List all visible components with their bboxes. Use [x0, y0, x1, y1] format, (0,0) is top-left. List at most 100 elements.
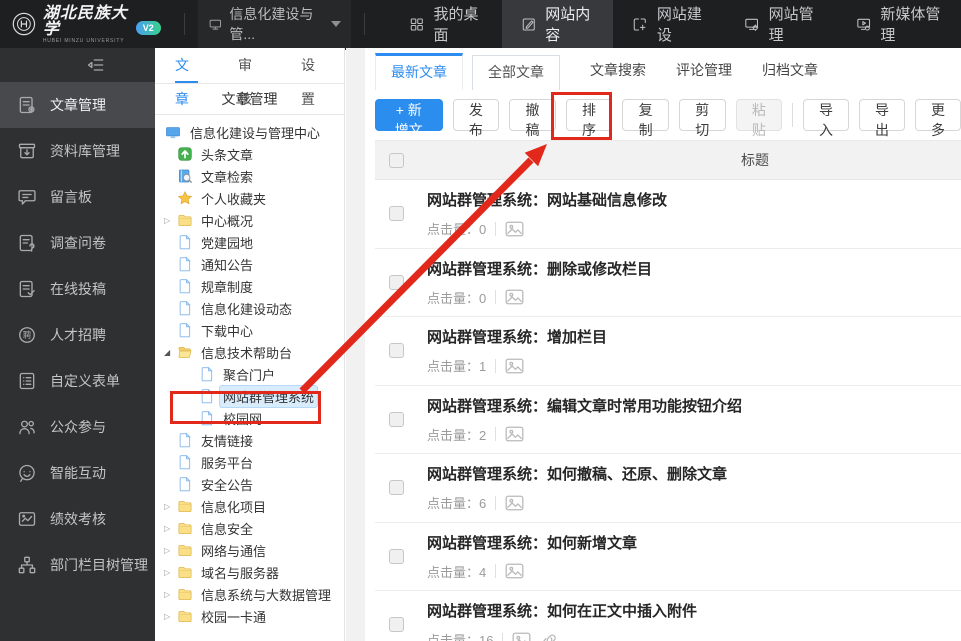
tree-node[interactable]: ◢ 信息技术帮助台 [155, 341, 344, 363]
toolbar-button[interactable]: 导入 [803, 99, 849, 138]
toolbar-right-group: 导入 导出 更多 [803, 99, 961, 138]
tree-node[interactable]: 安全公告 [155, 473, 344, 495]
row-checkbox[interactable] [389, 617, 404, 633]
row-body: 网站群管理系统：如何新增文章 点击量：4 [427, 532, 637, 581]
topnav-icon [856, 15, 872, 34]
tree-node[interactable]: 下载中心 [155, 319, 344, 341]
topnav-item[interactable]: 我的桌面 [390, 0, 502, 48]
table-row[interactable]: 网站群管理系统：增加栏目 点击量：1 [375, 317, 961, 386]
topnav-item[interactable]: 网站建设 [613, 0, 725, 48]
tree-expand-arrow[interactable]: ◢ [164, 348, 177, 357]
article-title[interactable]: 网站群管理系统：如何撤稿、还原、删除文章 [427, 463, 727, 484]
toolbar-button[interactable]: 粘贴 [735, 99, 783, 138]
tree-node[interactable]: 规章制度 [155, 275, 344, 297]
row-checkbox[interactable] [389, 548, 404, 564]
topnav-item[interactable]: 网站管理 [725, 0, 837, 48]
tree-node[interactable]: ▷ 信息安全 [155, 517, 344, 539]
sidebar-item[interactable]: 调查问卷 [0, 220, 155, 266]
tree-node-icon [177, 476, 193, 492]
tree-node[interactable]: 信息化建设与管理中心 [155, 121, 344, 143]
toolbar-button[interactable]: 复制 [622, 99, 669, 138]
article-tab[interactable]: 文章搜索 [590, 60, 646, 90]
tree-node[interactable]: 网站群管理系统 [155, 385, 344, 407]
table-row[interactable]: 网站群管理系统：网站基础信息修改 点击量：0 [375, 180, 961, 249]
toolbar-button[interactable]: 导出 [859, 99, 905, 138]
tree-node[interactable]: 信息化建设动态 [155, 297, 344, 319]
tree-expand-arrow[interactable]: ▷ [164, 568, 177, 577]
table-row[interactable]: 网站群管理系统：如何在正文中插入附件 点击量：16 [375, 591, 961, 641]
sidebar-item[interactable]: 资料库管理 [0, 128, 155, 174]
tree-node[interactable]: 服务平台 [155, 451, 344, 473]
article-title[interactable]: 网站群管理系统：网站基础信息修改 [427, 189, 667, 210]
sidebar-item-icon [17, 325, 37, 345]
table-row[interactable]: 网站群管理系统：如何新增文章 点击量：4 [375, 523, 961, 591]
tree-node[interactable]: ▷ 中心概况 [155, 209, 344, 231]
tree-panel-tab[interactable]: 文章 [175, 48, 198, 107]
table-row[interactable]: 网站群管理系统：删除或修改栏目 点击量：0 [375, 249, 961, 317]
article-title[interactable]: 网站群管理系统：如何在正文中插入附件 [427, 600, 697, 621]
sidebar-item[interactable]: 公众参与 [0, 404, 155, 450]
tree-node[interactable]: ▷ 信息化项目 [155, 495, 344, 517]
article-tab[interactable]: 归档文章 [762, 60, 818, 90]
tree-node[interactable]: ▷ 网络与通信 [155, 539, 344, 561]
row-checkbox[interactable] [389, 274, 404, 290]
topnav-item[interactable]: 新媒体管理 [837, 0, 961, 48]
sidebar-item[interactable]: 绩效考核 [0, 496, 155, 542]
tree-panel-tab[interactable]: 设置 [301, 48, 324, 107]
tree-expand-arrow[interactable]: ▷ [164, 546, 177, 555]
toolbar-button[interactable]: + 新增文章 [375, 99, 443, 158]
tree-panel-tab[interactable]: 审核 [238, 48, 261, 107]
tree-node[interactable]: 党建园地 [155, 231, 344, 253]
article-tab[interactable]: 最新文章 [375, 53, 463, 90]
tree-node[interactable]: 文章检索 [155, 165, 344, 187]
row-checkbox[interactable] [389, 411, 404, 427]
tree-node[interactable]: 友情链接 [155, 429, 344, 451]
tree-panel-tabs: 文章 审核 设置 [155, 48, 344, 107]
tree-expand-arrow[interactable]: ▷ [164, 502, 177, 511]
select-all-checkbox[interactable] [389, 152, 404, 168]
tree-node-label: 网站群管理系统 [220, 385, 318, 407]
tree-node[interactable]: ▷ 校园一卡通 [155, 605, 344, 627]
clicks-value: 16 [479, 633, 494, 641]
article-tab[interactable]: 全部文章 [472, 55, 560, 90]
tree-expand-arrow[interactable]: ▷ [164, 216, 177, 225]
toolbar-button[interactable]: 发布 [452, 99, 500, 138]
sidebar-item[interactable]: 在线投稿 [0, 266, 155, 312]
sidebar-item[interactable]: 文章管理 [0, 82, 155, 128]
sidebar-item[interactable]: 智能互动 [0, 450, 155, 496]
toolbar-button[interactable]: 撤稿 [509, 99, 556, 138]
toolbar-button[interactable]: 更多 [915, 99, 961, 138]
tree-node[interactable]: ▷ 信息系统与大数据管理 [155, 583, 344, 605]
article-tab-label: 评论管理 [676, 62, 732, 78]
sidebar-item[interactable]: 自定义表单 [0, 358, 155, 404]
tree-node[interactable]: ▷ 域名与服务器 [155, 561, 344, 583]
article-meta: 点击量：0 [427, 288, 652, 307]
tree-expand-arrow[interactable]: ▷ [164, 590, 177, 599]
sidebar-item[interactable]: 部门栏目树管理 [0, 542, 155, 588]
article-title[interactable]: 网站群管理系统：如何新增文章 [427, 532, 637, 553]
tree-node-label: 个人收藏夹 [201, 191, 267, 207]
sidebar-item[interactable]: 留言板 [0, 174, 155, 220]
tree-node[interactable]: 个人收藏夹 [155, 187, 344, 209]
row-checkbox[interactable] [389, 480, 404, 496]
site-selector-dropdown[interactable]: 信息化建设与管... [197, 0, 352, 50]
row-checkbox[interactable] [389, 206, 404, 222]
table-row[interactable]: 网站群管理系统：编辑文章时常用功能按钮介绍 点击量：2 [375, 386, 961, 454]
row-checkbox[interactable] [389, 343, 404, 359]
article-title[interactable]: 网站群管理系统：增加栏目 [427, 326, 607, 347]
tree-node[interactable]: 校园网 [155, 407, 344, 429]
article-tab[interactable]: 评论管理 [676, 60, 732, 90]
tree-node[interactable]: 聚合门户 [155, 363, 344, 385]
sidebar-collapse-button[interactable] [0, 48, 155, 82]
topnav-item[interactable]: 网站内容 [501, 0, 614, 48]
table-row[interactable]: 网站群管理系统：如何撤稿、还原、删除文章 点击量：6 [375, 454, 961, 523]
tree-expand-arrow[interactable]: ▷ [164, 524, 177, 533]
toolbar-button[interactable]: 剪切 [678, 99, 726, 138]
tree-expand-arrow[interactable]: ▷ [164, 612, 177, 621]
tree-node[interactable]: 头条文章 [155, 143, 344, 165]
tree-node[interactable]: 通知公告 [155, 253, 344, 275]
sidebar-item[interactable]: 人才招聘 [0, 312, 155, 358]
toolbar-button[interactable]: 排序 [565, 99, 613, 138]
article-title[interactable]: 网站群管理系统：删除或修改栏目 [427, 258, 652, 279]
article-title[interactable]: 网站群管理系统：编辑文章时常用功能按钮介绍 [427, 395, 742, 416]
